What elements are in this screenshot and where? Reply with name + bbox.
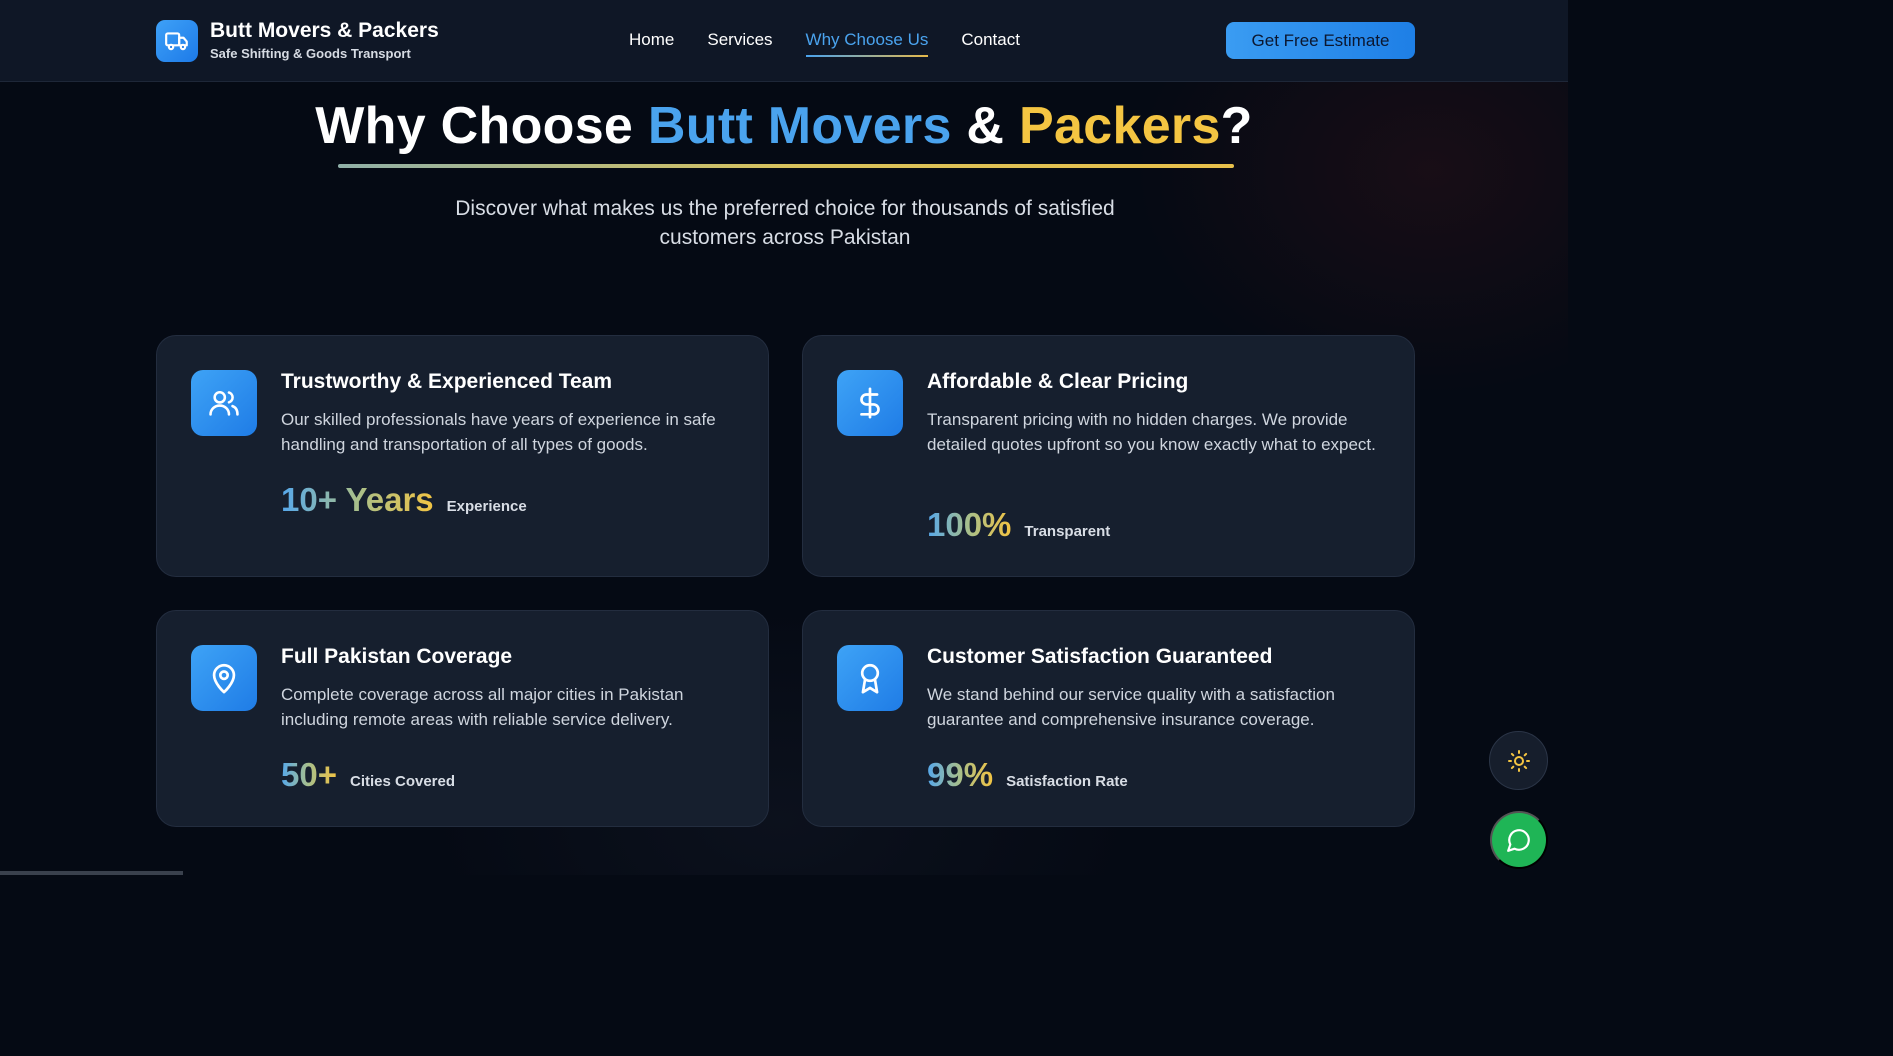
sun-icon <box>1507 749 1531 773</box>
card-description: Our skilled professionals have years of … <box>281 410 716 454</box>
stat-value: 99% <box>927 756 994 793</box>
stat-value: 50+ <box>281 756 337 793</box>
truck-icon <box>156 20 198 62</box>
section-subtitle: Discover what makes us the preferred cho… <box>455 197 1115 249</box>
feature-card-pricing: Affordable & Clear Pricing Transparent p… <box>802 335 1415 577</box>
card-stat: 50+ Cities Covered <box>281 755 455 795</box>
brand-tagline: Safe Shifting & Goods Transport <box>210 46 411 61</box>
card-description: Complete coverage across all major citie… <box>281 685 684 729</box>
users-icon <box>191 370 257 436</box>
horizontal-scrollbar[interactable] <box>0 871 183 875</box>
theme-toggle-button[interactable] <box>1489 731 1548 790</box>
card-title: Affordable & Clear Pricing <box>927 370 1189 393</box>
card-stat: 99% Satisfaction Rate <box>927 755 1128 795</box>
section-title: Why Choose Butt Movers & Packers? <box>0 96 1568 156</box>
title-part-2: & <box>951 97 1020 155</box>
card-title: Customer Satisfaction Guaranteed <box>927 645 1273 668</box>
stat-label: Cities Covered <box>349 773 456 790</box>
card-description: Transparent pricing with no hidden charg… <box>927 410 1376 454</box>
stat-label: Satisfaction Rate <box>1006 773 1128 790</box>
card-title: Full Pakistan Coverage <box>281 645 513 668</box>
main-nav: Home Services Why Choose Us Contact <box>629 29 1053 57</box>
stat-label: Experience <box>446 498 527 515</box>
brand-name: Butt Movers & Packers <box>210 19 439 42</box>
stat-label: Transparent <box>1024 523 1111 540</box>
map-pin-icon <box>191 645 257 711</box>
get-free-estimate-button[interactable]: Get Free Estimate <box>1226 22 1415 59</box>
nav-link-contact[interactable]: Contact <box>961 29 1020 55</box>
award-icon <box>837 645 903 711</box>
card-stat: 100% Transparent <box>927 505 1110 545</box>
chat-bubble-icon <box>1506 827 1532 853</box>
chat-button[interactable] <box>1490 811 1548 869</box>
brand-logo-link[interactable]: Butt Movers & Packers Safe Shifting & Go… <box>156 19 439 63</box>
title-part-1: Why Choose <box>315 97 648 155</box>
stat-value: 10+ Years <box>281 481 434 518</box>
feature-card-satisfaction: Customer Satisfaction Guaranteed We stan… <box>802 610 1415 827</box>
card-stat: 10+ Years Experience <box>281 480 527 520</box>
title-underline <box>338 164 1234 168</box>
site-header: Butt Movers & Packers Safe Shifting & Go… <box>0 0 1568 82</box>
feature-card-coverage: Full Pakistan Coverage Complete coverage… <box>156 610 769 827</box>
title-part-3: ? <box>1220 97 1253 155</box>
nav-link-home[interactable]: Home <box>629 29 674 55</box>
card-title: Trustworthy & Experienced Team <box>281 370 613 393</box>
dollar-icon <box>837 370 903 436</box>
feature-card-team: Trustworthy & Experienced Team Our skill… <box>156 335 769 577</box>
nav-link-services[interactable]: Services <box>707 29 772 55</box>
stat-value: 100% <box>927 506 1012 543</box>
nav-link-why-choose-us[interactable]: Why Choose Us <box>805 29 928 57</box>
card-description: We stand behind our service quality with… <box>927 685 1335 729</box>
title-brand-blue: Butt Movers <box>647 97 952 155</box>
title-brand-gold: Packers <box>1019 97 1221 155</box>
